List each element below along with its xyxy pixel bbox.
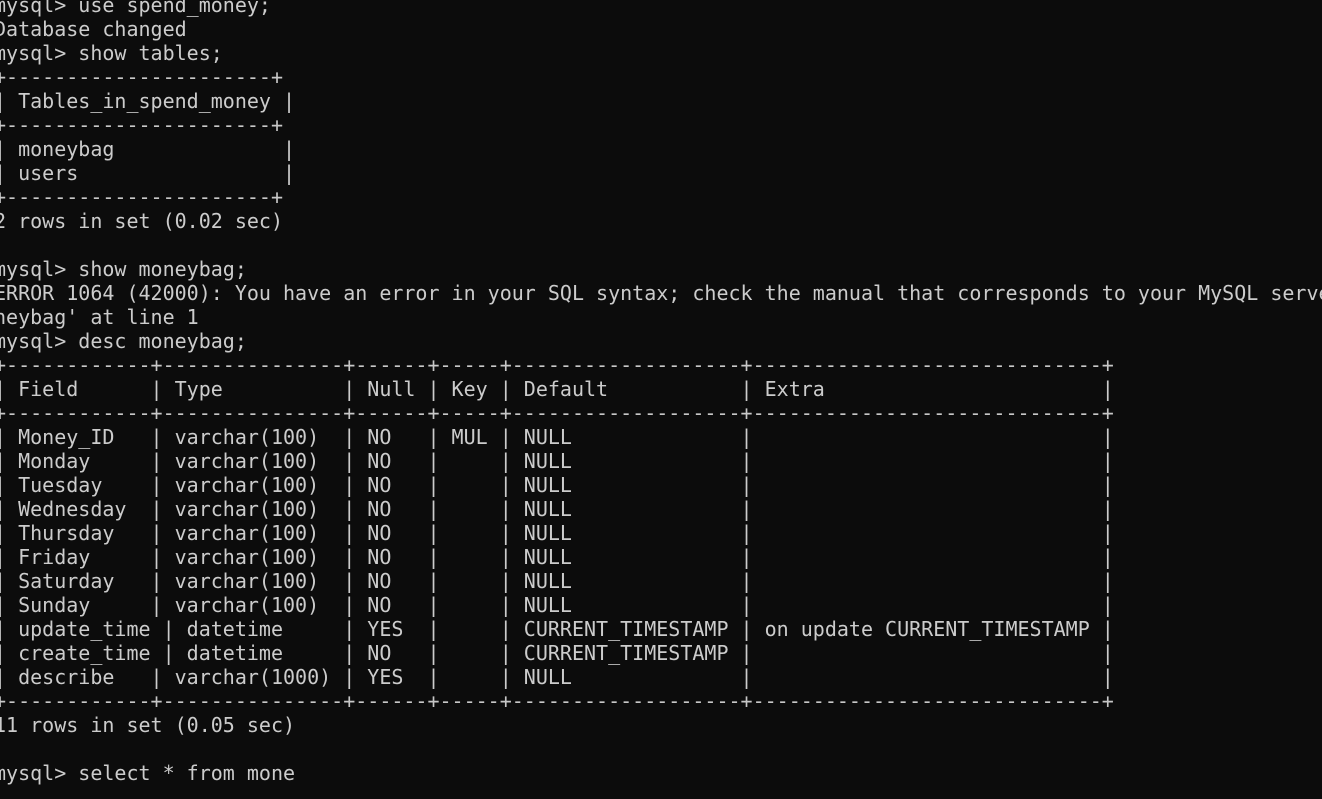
prompt-line: mysql> show moneybag; — [0, 257, 1322, 281]
output-line: | describe | varchar(1000) | YES | | NUL… — [0, 665, 1114, 689]
command-text: show moneybag; — [78, 257, 247, 281]
command-text: select * from mone — [78, 761, 296, 785]
output-line: | Thursday | varchar(100) | NO | | NULL … — [0, 521, 1114, 545]
output-line: | Sunday | varchar(100) | NO | | NULL | … — [0, 593, 1114, 617]
prompt-label: mysql> — [0, 761, 79, 785]
prompt-label: mysql> — [0, 0, 79, 17]
prompt-line: mysql> show tables; — [0, 41, 1322, 65]
table-border-line: +----------------------+ — [0, 65, 283, 89]
table-border-line: +----------------------+ — [0, 113, 283, 137]
output-line: Database changed — [0, 17, 187, 41]
output-line: | users | — [0, 161, 296, 185]
output-line: | Tables_in_spend_money | — [0, 89, 296, 113]
output-line: | Friday | varchar(100) | NO | | NULL | … — [0, 545, 1114, 569]
output-line: | Field | Type | Null | Key | Default | … — [0, 377, 1114, 401]
prompt-line: mysql> desc moneybag; — [0, 329, 1322, 353]
output-line: | create_time | datetime | NO | | CURREN… — [0, 641, 1114, 665]
command-text: desc moneybag; — [78, 329, 247, 353]
prompt-line: mysql> use spend_money; — [0, 0, 1322, 17]
table-border-line: +------------+---------------+------+---… — [0, 689, 1114, 713]
active-prompt-line[interactable]: mysql> select * from mone — [0, 761, 1322, 785]
output-line: | Wednesday | varchar(100) | NO | | NULL… — [0, 497, 1114, 521]
command-text: show tables; — [78, 41, 223, 65]
output-line: 11 rows in set (0.05 sec) — [0, 713, 296, 737]
prompt-label: mysql> — [0, 257, 79, 281]
output-line: ERROR 1064 (42000): You have an error in… — [0, 281, 1322, 305]
output-line: 2 rows in set (0.02 sec) — [0, 209, 283, 233]
output-line: | Saturday | varchar(100) | NO | | NULL … — [0, 569, 1114, 593]
text-cursor — [295, 764, 305, 784]
table-border-line: +------------+---------------+------+---… — [0, 401, 1114, 425]
output-line: neybag' at line 1 — [0, 305, 199, 329]
output-line: | moneybag | — [0, 137, 296, 161]
prompt-label: mysql> — [0, 329, 79, 353]
output-line: | Tuesday | varchar(100) | NO | | NULL |… — [0, 473, 1114, 497]
table-border-line: +----------------------+ — [0, 185, 283, 209]
output-line: | update_time | datetime | YES | | CURRE… — [0, 617, 1114, 641]
table-border-line: +------------+---------------+------+---… — [0, 353, 1114, 377]
output-line: | Money_ID | varchar(100) | NO | MUL | N… — [0, 425, 1114, 449]
terminal-window[interactable]: mysql> use spend_money; Database changed m… — [0, 0, 1322, 799]
command-text: use spend_money; — [78, 0, 271, 17]
output-line: | Monday | varchar(100) | NO | | NULL | … — [0, 449, 1114, 473]
terminal-screen: mysql> use spend_money; Database changed m… — [0, 0, 1322, 785]
prompt-label: mysql> — [0, 41, 79, 65]
